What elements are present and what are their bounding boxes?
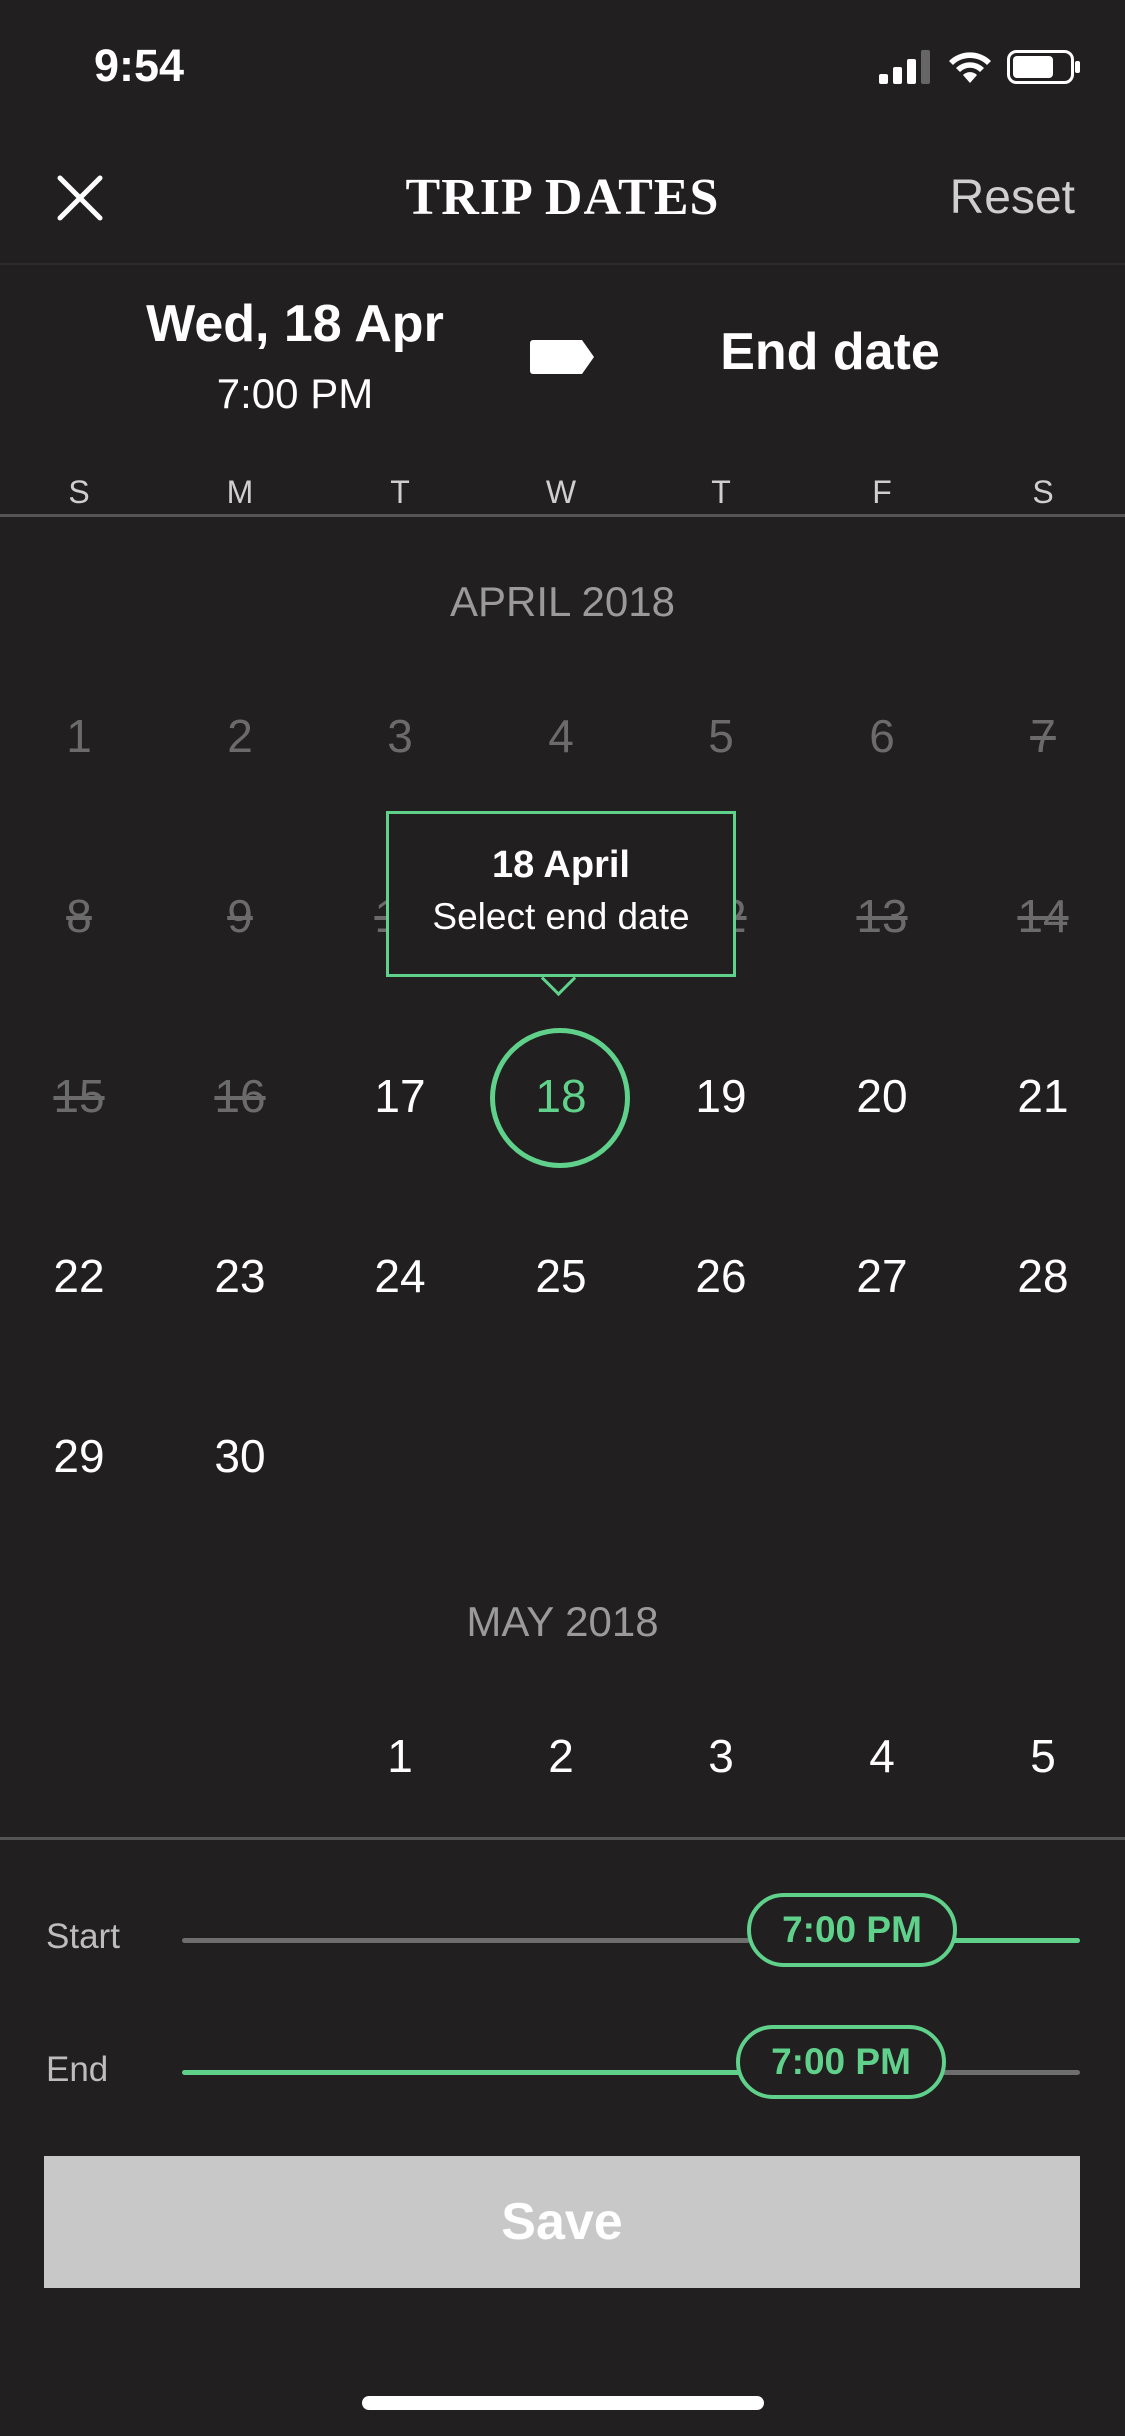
battery-icon — [1007, 50, 1080, 84]
weekday-label: S — [1032, 474, 1054, 510]
calendar-day[interactable]: 23 — [185, 1246, 295, 1306]
calendar-day: 5 — [708, 710, 734, 762]
weekday-label: S — [68, 474, 90, 510]
calendar-bottom-divider — [0, 1837, 1125, 1840]
calendar-day[interactable]: 22 — [24, 1246, 134, 1306]
weekday-label: W — [545, 474, 577, 510]
arrow-right-tag-icon — [530, 340, 594, 374]
weekday-label: M — [226, 474, 254, 510]
calendar-day: 3 — [387, 710, 413, 762]
weekday-label: T — [390, 474, 410, 510]
calendar-day: 7 — [1030, 710, 1056, 762]
wifi-icon — [949, 52, 991, 83]
start-date-summary[interactable]: Wed, 18 Apr — [140, 294, 450, 354]
signal-icon — [879, 50, 930, 84]
calendar-day: 15 — [53, 1070, 105, 1122]
header-divider — [0, 263, 1125, 265]
calendar-day[interactable]: 5 — [988, 1726, 1098, 1786]
calendar-day[interactable]: 24 — [345, 1246, 455, 1306]
month-title: MAY 2018 — [466, 1598, 659, 1645]
calendar-day[interactable]: 27 — [827, 1246, 937, 1306]
calendar-day: 4 — [548, 710, 574, 762]
selected-day-ring — [490, 1028, 630, 1168]
home-indicator — [362, 2396, 764, 2410]
calendar-day[interactable]: 30 — [185, 1426, 295, 1486]
calendar-day: 13 — [856, 890, 908, 942]
calendar-day[interactable]: 29 — [24, 1426, 134, 1486]
calendar-day: 8 — [66, 890, 92, 942]
selection-tooltip: 18 April Select end date — [386, 811, 736, 977]
calendar-day[interactable]: 21 — [988, 1066, 1098, 1126]
weekday-divider — [0, 514, 1125, 517]
save-button[interactable]: Save — [44, 2156, 1080, 2288]
calendar-day: 1 — [66, 710, 92, 762]
weekday-label: T — [711, 474, 731, 510]
calendar-day[interactable]: 4 — [827, 1726, 937, 1786]
status-icons — [879, 50, 1081, 84]
reset-button[interactable]: Reset — [950, 170, 1075, 225]
end-date-summary[interactable]: End date — [670, 322, 990, 382]
end-slider-range — [182, 2070, 742, 2075]
start-slider-range — [950, 1938, 1080, 1943]
calendar-day: 2 — [227, 710, 253, 762]
calendar-day[interactable]: 28 — [988, 1246, 1098, 1306]
calendar-day[interactable]: 26 — [666, 1246, 776, 1306]
calendar-day: 9 — [227, 890, 253, 942]
month-title: APRIL 2018 — [450, 578, 675, 625]
weekday-label: F — [872, 474, 892, 510]
calendar-day[interactable]: 1 — [345, 1726, 455, 1786]
status-time: 9:54 — [94, 40, 185, 91]
calendar-day: 14 — [1017, 890, 1069, 942]
calendar-day[interactable]: 2 — [506, 1726, 616, 1786]
calendar-day: 16 — [214, 1070, 266, 1122]
tooltip-title: 18 April — [492, 844, 630, 886]
end-slider-label: End — [46, 2050, 109, 2089]
end-time-handle[interactable]: 7:00 PM — [736, 2025, 946, 2099]
end-slider-track — [940, 2070, 1080, 2075]
calendar-day[interactable]: 17 — [345, 1066, 455, 1126]
start-time-summary: 7:00 PM — [216, 370, 374, 417]
start-time-handle[interactable]: 7:00 PM — [747, 1893, 957, 1967]
calendar-day[interactable]: 20 — [827, 1066, 937, 1126]
calendar-day: 6 — [869, 710, 895, 762]
calendar-day[interactable]: 3 — [666, 1726, 776, 1786]
calendar-day[interactable]: 19 — [666, 1066, 776, 1126]
calendar-day[interactable]: 25 — [506, 1246, 616, 1306]
start-slider-label: Start — [46, 1917, 120, 1956]
weekday-header: SMTWTFS — [0, 474, 1125, 514]
start-slider-track — [182, 1938, 750, 1943]
tooltip-subtitle: Select end date — [432, 896, 690, 937]
